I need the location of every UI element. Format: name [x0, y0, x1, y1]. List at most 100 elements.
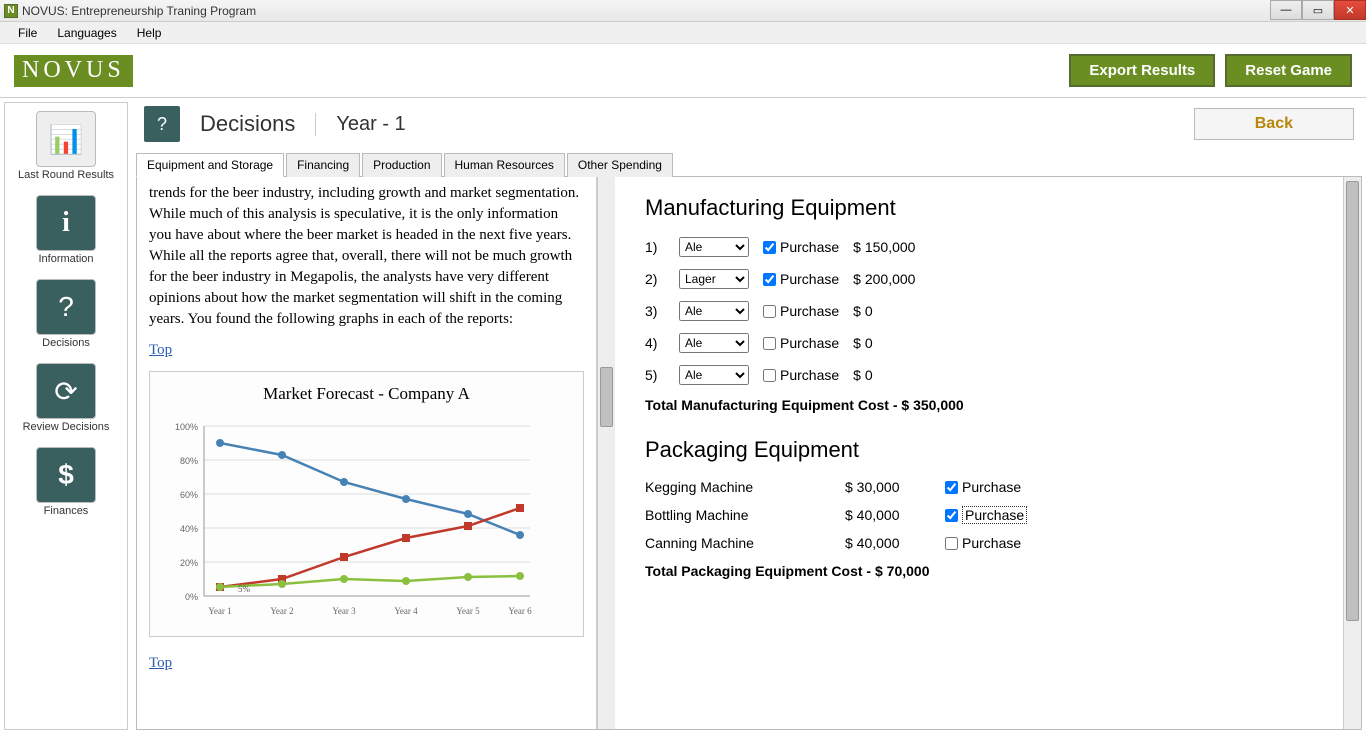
app-icon: N: [4, 4, 18, 18]
sidebar-item-finances[interactable]: $ Finances: [36, 447, 96, 517]
purchase-label[interactable]: Purchase: [763, 239, 839, 255]
manufacturing-total: Total Manufacturing Equipment Cost - $ 3…: [645, 397, 1313, 413]
window-title: NOVUS: Entrepreneurship Traning Program: [22, 4, 256, 18]
purchase-checkbox[interactable]: [945, 481, 958, 494]
reset-game-button[interactable]: Reset Game: [1225, 54, 1352, 87]
info-panel: trends for the beer industry, including …: [137, 177, 597, 729]
tab-human-resources[interactable]: Human Resources: [444, 153, 565, 177]
packaging-cost: $ 40,000: [845, 535, 945, 551]
content-header-left: ? Decisions Year - 1: [144, 106, 406, 142]
row-number: 3): [645, 303, 665, 319]
purchase-label[interactable]: Purchase: [945, 479, 1065, 495]
equipment-type-select[interactable]: Ale: [679, 333, 749, 353]
purchase-text: Purchase: [962, 507, 1027, 523]
purchase-checkbox[interactable]: [763, 241, 776, 254]
tabs: Equipment and Storage Financing Producti…: [136, 152, 1362, 177]
sidebar-item-review[interactable]: ⟳ Review Decisions: [23, 363, 110, 433]
sidebar-item-label: Review Decisions: [23, 421, 110, 433]
equipment-type-select[interactable]: Lager: [679, 269, 749, 289]
menu-languages[interactable]: Languages: [47, 24, 126, 42]
xtick-label: Year 5: [456, 606, 480, 616]
xtick-label: Year 1: [208, 606, 231, 616]
bar-chart-icon: 📊: [36, 111, 96, 167]
logo: NOVUS: [14, 55, 133, 87]
packaging-row: Canning Machine$ 40,000 Purchase: [645, 535, 1313, 551]
purchase-label[interactable]: Purchase: [763, 271, 839, 287]
scrollbar-thumb[interactable]: [600, 367, 613, 427]
purchase-checkbox[interactable]: [763, 369, 776, 382]
manufacturing-row: 5)Ale Purchase$ 0: [645, 365, 1313, 385]
sidebar-item-information[interactable]: i Information: [36, 195, 96, 265]
manufacturing-row: 3)Ale Purchase$ 0: [645, 301, 1313, 321]
purchase-text: Purchase: [780, 367, 839, 383]
content-header: ? Decisions Year - 1 Back: [136, 102, 1362, 146]
purchase-label[interactable]: Purchase: [945, 507, 1065, 523]
purchase-checkbox[interactable]: [763, 305, 776, 318]
sidebar-item-last-round[interactable]: 📊 Last Round Results: [18, 111, 114, 181]
left-scrollbar[interactable]: [597, 177, 615, 729]
back-button[interactable]: Back: [1194, 108, 1354, 140]
right-scrollbar[interactable]: [1343, 177, 1361, 729]
sidebar-item-decisions[interactable]: ? Decisions: [36, 279, 96, 349]
packaging-name: Kegging Machine: [645, 479, 845, 495]
maximize-button[interactable]: ▭: [1302, 0, 1334, 20]
menu-file[interactable]: File: [8, 24, 47, 42]
row-number: 4): [645, 335, 665, 351]
decisions-header-icon: ?: [144, 106, 180, 142]
equipment-type-select[interactable]: Ale: [679, 237, 749, 257]
equipment-type-select[interactable]: Ale: [679, 301, 749, 321]
ytick-label: 60%: [180, 490, 198, 500]
tab-financing[interactable]: Financing: [286, 153, 360, 177]
purchase-checkbox[interactable]: [945, 537, 958, 550]
market-forecast-chart: Market Forecast - Company A 100% 80% 60%…: [149, 371, 584, 637]
ytick-label: 80%: [180, 456, 198, 466]
chart-series-1: [220, 443, 520, 535]
decisions-icon: ?: [36, 279, 96, 335]
tab-other-spending[interactable]: Other Spending: [567, 153, 673, 177]
purchase-label[interactable]: Purchase: [763, 367, 839, 383]
review-icon: ⟳: [36, 363, 96, 419]
info-icon: i: [36, 195, 96, 251]
purchase-label[interactable]: Purchase: [763, 335, 839, 351]
chart-series-2: [220, 508, 520, 587]
top-link[interactable]: Top: [149, 340, 584, 361]
export-results-button[interactable]: Export Results: [1069, 54, 1215, 87]
equipment-cost: $ 200,000: [853, 271, 943, 287]
page-title: Decisions: [200, 111, 295, 137]
purchase-text: Purchase: [780, 239, 839, 255]
sidebar: 📊 Last Round Results i Information ? Dec…: [4, 102, 128, 730]
purchase-text: Purchase: [962, 479, 1021, 495]
purchase-checkbox[interactable]: [763, 273, 776, 286]
info-text: trends for the beer industry, including …: [149, 183, 584, 330]
tab-equipment-storage[interactable]: Equipment and Storage: [136, 153, 284, 177]
equipment-cost: $ 150,000: [853, 239, 943, 255]
equipment-type-select[interactable]: Ale: [679, 365, 749, 385]
manufacturing-row: 1)Ale Purchase$ 150,000: [645, 237, 1313, 257]
packaging-name: Bottling Machine: [645, 507, 845, 523]
row-number: 2): [645, 271, 665, 287]
close-button[interactable]: ✕: [1334, 0, 1366, 20]
purchase-checkbox[interactable]: [763, 337, 776, 350]
window-buttons: — ▭ ✕: [1270, 0, 1366, 20]
packaging-total: Total Packaging Equipment Cost - $ 70,00…: [645, 563, 1313, 579]
ytick-label: 40%: [180, 524, 198, 534]
scrollbar-thumb[interactable]: [1346, 181, 1359, 621]
top-link[interactable]: Top: [149, 653, 584, 674]
purchase-label[interactable]: Purchase: [945, 535, 1065, 551]
minimize-button[interactable]: —: [1270, 0, 1302, 20]
packaging-row: Kegging Machine$ 30,000 Purchase: [645, 479, 1313, 495]
form-panel: Manufacturing Equipment 1)Ale Purchase$ …: [615, 177, 1343, 729]
equipment-cost: $ 0: [853, 335, 943, 351]
purchase-label[interactable]: Purchase: [763, 303, 839, 319]
content: ? Decisions Year - 1 Back Equipment and …: [132, 98, 1366, 734]
purchase-text: Purchase: [962, 535, 1021, 551]
ytick-label: 100%: [175, 422, 198, 432]
packaging-name: Canning Machine: [645, 535, 845, 551]
sidebar-item-label: Information: [38, 253, 93, 265]
tab-production[interactable]: Production: [362, 153, 441, 177]
main-row: 📊 Last Round Results i Information ? Dec…: [0, 98, 1366, 734]
menu-help[interactable]: Help: [127, 24, 172, 42]
page-year: Year - 1: [315, 113, 405, 136]
packaging-cost: $ 30,000: [845, 479, 945, 495]
purchase-checkbox[interactable]: [945, 509, 958, 522]
